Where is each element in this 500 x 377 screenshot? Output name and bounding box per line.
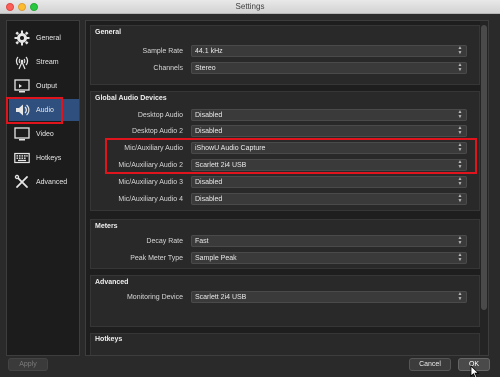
field-label: Mic/Auxiliary Audio 4	[118, 195, 183, 203]
select-value: Stereo	[195, 64, 216, 72]
updown-chevron-icon: ▲ ▼	[457, 235, 463, 246]
mouse-pointer-icon	[470, 365, 480, 377]
updown-chevron-icon: ▲ ▼	[457, 176, 463, 187]
display-icon	[13, 125, 31, 143]
updown-chevron-icon: ▲ ▼	[457, 291, 463, 302]
global-audio-devices-section: Global Audio Devices Desktop Audio Disab…	[90, 91, 480, 211]
select-value: Scarlett 2i4 USB	[195, 293, 247, 301]
broadcast-icon	[13, 53, 31, 71]
sample-rate-select[interactable]: 44.1 kHz ▲ ▼	[191, 45, 467, 57]
sidebar-item-label: Advanced	[36, 178, 68, 186]
advanced-section: Advanced Monitoring Device Scarlett 2i4 …	[90, 275, 480, 327]
updown-chevron-icon: ▲ ▼	[457, 62, 463, 73]
settings-content: General Sample Rate 44.1 kHz ▲ ▼ Channels …	[85, 20, 489, 356]
monitoring-device-select[interactable]: Scarlett 2i4 USB ▲ ▼	[191, 291, 467, 303]
select-value: Disabled	[195, 195, 223, 203]
audio-highlight-box	[6, 97, 63, 124]
updown-chevron-icon: ▲ ▼	[457, 125, 463, 136]
field-label: Peak Meter Type	[130, 254, 183, 262]
mic-aux-audio-4-select[interactable]: Disabled ▲ ▼	[191, 193, 467, 205]
sidebar-item-label: Video	[36, 130, 54, 138]
channels-select[interactable]: Stereo ▲ ▼	[191, 62, 467, 74]
select-value: Fast	[195, 237, 209, 245]
hotkeys-section: Hotkeys	[90, 333, 480, 355]
sample-rate-row: Sample Rate 44.1 kHz ▲ ▼	[91, 44, 481, 58]
field-label: Sample Rate	[142, 47, 183, 55]
sidebar-item-output[interactable]: Output	[9, 75, 79, 97]
sidebar-item-video[interactable]: Video	[9, 123, 79, 145]
field-label: Desktop Audio	[137, 111, 183, 119]
scrollbar[interactable]	[480, 21, 488, 355]
updown-chevron-icon: ▲ ▼	[457, 109, 463, 120]
meters-section: Meters Decay Rate Fast ▲ ▼ Peak Meter Type…	[90, 219, 480, 269]
section-title: General	[95, 29, 122, 36]
section-title: Global Audio Devices	[95, 95, 167, 102]
field-label: Channels	[153, 64, 183, 72]
window-title: Settings	[235, 2, 265, 11]
mic-devices-highlight-box	[105, 138, 477, 174]
field-label: Decay Rate	[146, 237, 183, 245]
apply-button[interactable]: Apply	[8, 358, 48, 371]
keyboard-icon	[13, 149, 31, 167]
mic-aux-audio-3-row: Mic/Auxiliary Audio 3 Disabled ▲ ▼	[91, 175, 481, 189]
select-value: 44.1 kHz	[195, 47, 223, 55]
title-bar: Settings	[0, 0, 500, 14]
decay-rate-row: Decay Rate Fast ▲ ▼	[91, 234, 481, 248]
desktop-audio-2-row: Desktop Audio 2 Disabled ▲ ▼	[91, 124, 481, 138]
mic-aux-audio-4-row: Mic/Auxiliary Audio 4 Disabled ▲ ▼	[91, 192, 481, 206]
general-section: General Sample Rate 44.1 kHz ▲ ▼ Channels …	[90, 25, 480, 85]
desktop-audio-2-select[interactable]: Disabled ▲ ▼	[191, 125, 467, 137]
scrollbar-thumb[interactable]	[481, 25, 487, 310]
section-title: Meters	[95, 223, 118, 230]
sidebar-item-advanced[interactable]: Advanced	[9, 171, 79, 193]
wrench-screwdriver-icon	[13, 173, 31, 191]
channels-row: Channels Stereo ▲ ▼	[91, 61, 481, 75]
updown-chevron-icon: ▲ ▼	[457, 45, 463, 56]
desktop-audio-row: Desktop Audio Disabled ▲ ▼	[91, 108, 481, 122]
select-value: Disabled	[195, 178, 223, 186]
sidebar-item-label: Stream	[36, 58, 59, 66]
sidebar-item-stream[interactable]: Stream	[9, 51, 79, 73]
settings-window: General Stream Output Audio Video Hotkey…	[0, 14, 500, 377]
monitoring-device-row: Monitoring Device Scarlett 2i4 USB ▲ ▼	[91, 290, 481, 304]
field-label: Mic/Auxiliary Audio 3	[118, 178, 183, 186]
sidebar-item-label: Output	[36, 82, 58, 90]
select-value: Sample Peak	[195, 254, 237, 262]
sidebar-item-label: Hotkeys	[36, 154, 62, 162]
sidebar-item-label: General	[36, 34, 61, 42]
monitor-icon	[13, 77, 31, 95]
sidebar-item-hotkeys[interactable]: Hotkeys	[9, 147, 79, 169]
sidebar-item-general[interactable]: General	[9, 27, 79, 49]
peak-meter-type-row: Peak Meter Type Sample Peak ▲ ▼	[91, 251, 481, 265]
decay-rate-select[interactable]: Fast ▲ ▼	[191, 235, 467, 247]
field-label: Desktop Audio 2	[132, 127, 183, 135]
mic-aux-audio-3-select[interactable]: Disabled ▲ ▼	[191, 176, 467, 188]
select-value: Disabled	[195, 127, 223, 135]
desktop-audio-select[interactable]: Disabled ▲ ▼	[191, 109, 467, 121]
peak-meter-type-select[interactable]: Sample Peak ▲ ▼	[191, 252, 467, 264]
section-title: Hotkeys	[95, 336, 123, 343]
updown-chevron-icon: ▲ ▼	[457, 193, 463, 204]
settings-sidebar: General Stream Output Audio Video Hotkey…	[6, 20, 80, 356]
select-value: Disabled	[195, 111, 223, 119]
gear-icon	[13, 29, 31, 47]
cancel-button[interactable]: Cancel	[409, 358, 451, 371]
updown-chevron-icon: ▲ ▼	[457, 252, 463, 263]
field-label: Monitoring Device	[126, 293, 183, 301]
section-title: Advanced	[95, 279, 129, 286]
